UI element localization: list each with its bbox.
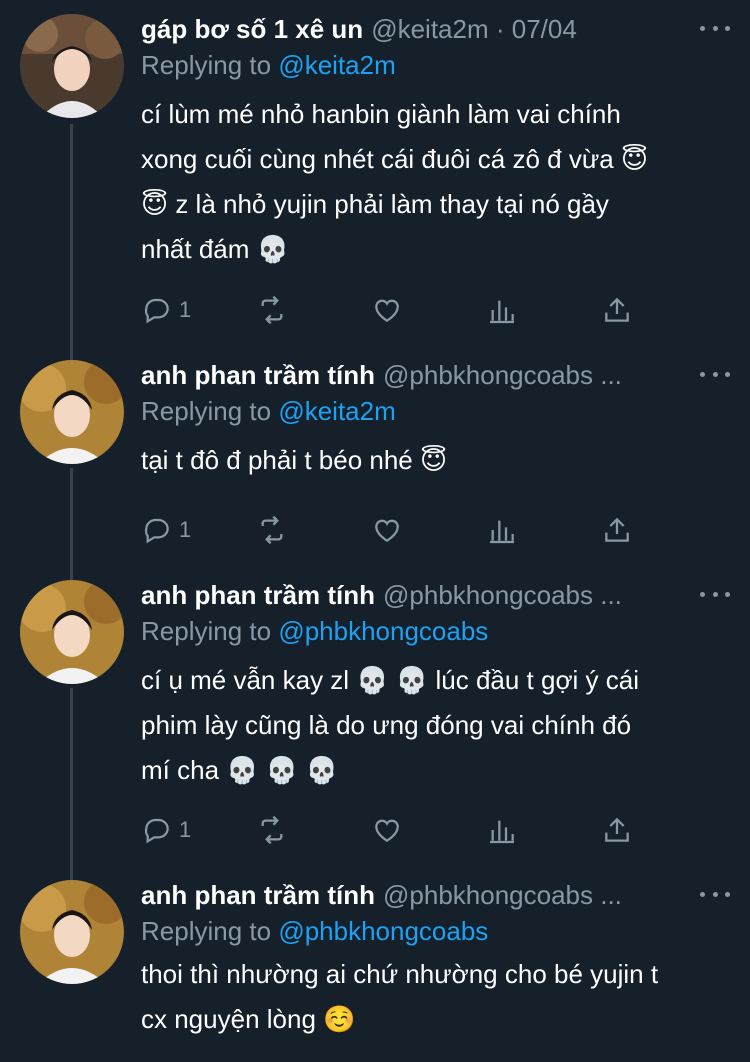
retweet-button[interactable] — [256, 294, 316, 326]
analytics-icon — [490, 820, 514, 844]
analytics-icon — [490, 300, 514, 324]
like-button[interactable] — [371, 814, 431, 846]
like-button[interactable] — [371, 294, 431, 326]
retweet-icon — [261, 515, 283, 545]
replying-to: Replying to @keita2m — [141, 48, 730, 82]
reply-icon — [144, 298, 169, 324]
tweet-actions: 1 — [141, 810, 661, 850]
tweet-header: anh phan trầm tính @phbkhongcoabs ... — [141, 580, 730, 614]
display-name[interactable]: anh phan trầm tính — [141, 880, 375, 911]
tweet-actions: 1 — [141, 290, 661, 330]
like-button[interactable] — [371, 514, 431, 546]
replying-prefix: Replying to — [141, 50, 272, 80]
tweet-text: cí ụ mé vẫn kay zl 💀 💀 lúc đầu t gợi ý c… — [141, 658, 730, 793]
avatar[interactable] — [20, 360, 124, 464]
tweet[interactable]: anh phan trầm tính @phbkhongcoabs ... Re… — [0, 570, 750, 870]
retweet-button[interactable] — [256, 814, 316, 846]
tweet-text: thoi thì nhường ai chứ nhường cho bé yuj… — [141, 952, 730, 1042]
reply-handle-link[interactable]: @phbkhongcoabs — [278, 916, 488, 946]
reply-count: 1 — [179, 817, 192, 842]
avatar[interactable] — [20, 880, 124, 984]
retweet-icon — [261, 815, 283, 845]
reply-count: 1 — [179, 517, 192, 542]
like-icon — [375, 299, 399, 322]
tweet-text-line: 😇 z là nhỏ yujin phải làm thay tại nó gầ… — [141, 189, 609, 219]
tweet[interactable]: anh phan trầm tính @phbkhongcoabs ... Re… — [0, 870, 750, 1062]
reply-handle-link[interactable]: @keita2m — [278, 396, 395, 426]
tweet-text-line: cí ụ mé vẫn kay zl 💀 💀 lúc đầu t gợi ý c… — [141, 665, 639, 695]
tweet-text-line: mí cha 💀 💀 💀 — [141, 755, 338, 785]
tweet-text-line: phim lày cũng là do ưng đóng vai chính đ… — [141, 710, 632, 740]
replying-to: Replying to @keita2m — [141, 394, 730, 428]
more-icon[interactable] — [700, 18, 730, 38]
like-icon — [375, 819, 399, 842]
handle-and-date[interactable]: @phbkhongcoabs ... — [383, 580, 730, 611]
display-name[interactable]: gáp bơ số 1 xê un — [141, 14, 363, 45]
tweet[interactable]: gáp bơ số 1 xê un @keita2m · 07/04 Reply… — [0, 0, 750, 350]
tweet-actions: 1 — [141, 510, 661, 550]
replying-prefix: Replying to — [141, 916, 272, 946]
tweet-text-line: xong cuối cùng nhét cái đuôi cá zô đ vừa… — [141, 144, 649, 174]
like-icon — [375, 519, 399, 542]
analytics-button[interactable] — [486, 294, 546, 326]
tweet-text-line: thoi thì nhường ai chứ nhường cho bé yuj… — [141, 959, 659, 989]
tweet-text: tại t đô đ phải t béo nhé 😇 — [141, 438, 730, 483]
tweet[interactable]: anh phan trầm tính @phbkhongcoabs ... Re… — [0, 350, 750, 570]
share-button[interactable] — [601, 294, 661, 326]
tweet-thread: gáp bơ số 1 xê un @keita2m · 07/04 Reply… — [0, 0, 750, 1062]
reply-handle-link[interactable]: @keita2m — [278, 50, 395, 80]
more-icon[interactable] — [700, 884, 730, 904]
more-icon[interactable] — [700, 364, 730, 384]
share-button[interactable] — [601, 814, 661, 846]
retweet-button[interactable] — [256, 514, 316, 546]
tweet-text-line: tại t đô đ phải t béo nhé 😇 — [141, 445, 448, 475]
replying-to: Replying to @phbkhongcoabs — [141, 914, 730, 948]
tweet-text-line: nhất đám 💀 — [141, 234, 290, 264]
tweet-header: anh phan trầm tính @phbkhongcoabs ... — [141, 360, 730, 394]
display-name[interactable]: anh phan trầm tính — [141, 360, 375, 391]
share-icon — [605, 817, 629, 842]
share-icon — [605, 517, 629, 542]
display-name[interactable]: anh phan trầm tính — [141, 580, 375, 611]
tweet-header: gáp bơ số 1 xê un @keita2m · 07/04 — [141, 14, 730, 48]
reply-icon — [144, 518, 169, 544]
reply-button[interactable]: 1 — [141, 814, 201, 846]
tweet-text-line: cx nguyện lòng ☺️ — [141, 1004, 356, 1034]
reply-button[interactable]: 1 — [141, 294, 201, 326]
reply-count: 1 — [179, 297, 192, 322]
analytics-button[interactable] — [486, 514, 546, 546]
reply-handle-link[interactable]: @phbkhongcoabs — [278, 616, 488, 646]
avatar[interactable] — [20, 580, 124, 684]
analytics-button[interactable] — [486, 814, 546, 846]
retweet-icon — [261, 295, 283, 325]
avatar[interactable] — [20, 14, 124, 118]
tweet-text: cí lùm mé nhỏ hanbin giành làm vai chính… — [141, 92, 730, 272]
replying-prefix: Replying to — [141, 396, 272, 426]
reply-button[interactable]: 1 — [141, 514, 201, 546]
share-button[interactable] — [601, 514, 661, 546]
tweet-text-line: cí lùm mé nhỏ hanbin giành làm vai chính — [141, 99, 621, 129]
tweet-header: anh phan trầm tính @phbkhongcoabs ... — [141, 880, 730, 914]
more-icon[interactable] — [700, 584, 730, 604]
analytics-icon — [490, 520, 514, 544]
reply-icon — [144, 818, 169, 844]
replying-to: Replying to @phbkhongcoabs — [141, 614, 730, 648]
handle-and-date[interactable]: @keita2m · 07/04 — [371, 14, 730, 45]
replying-prefix: Replying to — [141, 616, 272, 646]
handle-and-date[interactable]: @phbkhongcoabs ... — [383, 360, 730, 391]
handle-and-date[interactable]: @phbkhongcoabs ... — [383, 880, 730, 911]
share-icon — [605, 297, 629, 322]
